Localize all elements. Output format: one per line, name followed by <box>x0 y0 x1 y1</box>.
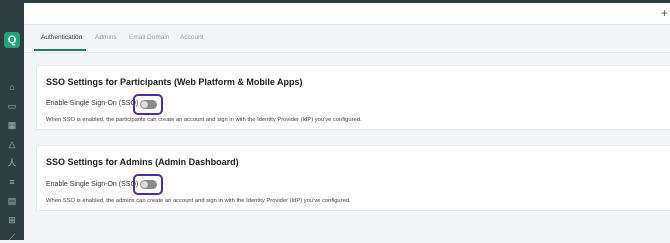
admins-sso-description: When SSO is enabled, the admins can crea… <box>46 198 351 204</box>
participants-sso-toggle-label: Enable Single Sign-On (SSO) <box>46 100 139 107</box>
toggle-knob <box>141 181 148 188</box>
home-icon[interactable]: ⌂ <box>6 81 18 93</box>
participants-sso-toggle[interactable] <box>140 100 157 109</box>
admins-sso-toggle-label: Enable Single Sign-On (SSO) <box>46 181 139 188</box>
document-icon[interactable]: ▤ <box>6 195 18 207</box>
tab-email-domain[interactable]: Email Domain <box>129 34 169 41</box>
monitor-icon[interactable]: ▭ <box>6 100 18 112</box>
admins-sso-title: SSO Settings for Admins (Admin Dashboard… <box>46 157 239 167</box>
chart-icon[interactable]: ⟋ <box>6 231 18 243</box>
admins-sso-card: SSO Settings for Admins (Admin Dashboard… <box>36 145 670 211</box>
active-tab-indicator <box>34 49 86 51</box>
tab-authentication[interactable]: Authentication <box>41 34 82 41</box>
participants-sso-title: SSO Settings for Participants (Web Platf… <box>46 77 303 87</box>
toggle-knob <box>141 101 148 108</box>
app-header: + <box>24 3 670 25</box>
sidebar: Q ⌂ ▭ ▦ △ 人 ≡ ▤ ⊞ ⟋ <box>0 3 24 243</box>
person-icon[interactable]: 人 <box>6 157 18 169</box>
tabs-divider <box>24 52 670 53</box>
hierarchy-icon[interactable]: △ <box>6 138 18 150</box>
add-icon[interactable]: + <box>661 6 668 20</box>
grid-icon[interactable]: ⊞ <box>6 214 18 226</box>
participants-sso-card: SSO Settings for Participants (Web Platf… <box>36 65 670 130</box>
app-logo[interactable]: Q <box>4 32 20 48</box>
tab-admins[interactable]: Admins <box>95 34 117 41</box>
schedule-icon[interactable]: ▦ <box>6 119 18 131</box>
participants-sso-description: When SSO is enabled, the participants ca… <box>46 117 362 123</box>
tab-account[interactable]: Account <box>180 34 204 41</box>
list-icon[interactable]: ≡ <box>6 176 18 188</box>
admins-sso-toggle[interactable] <box>140 180 157 189</box>
settings-tabs: Authentication Admins Email Domain Accou… <box>24 25 670 52</box>
